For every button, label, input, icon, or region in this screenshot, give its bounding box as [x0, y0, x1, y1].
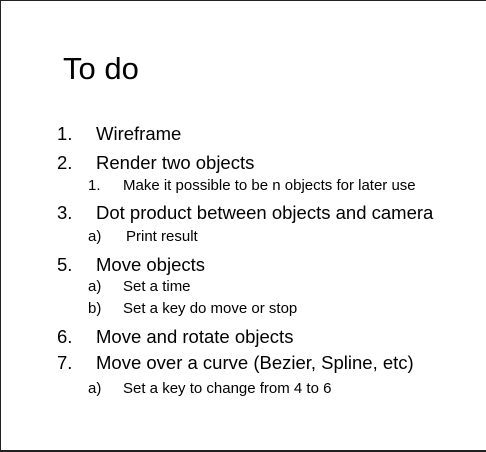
list-marker: a) — [88, 380, 102, 397]
list-text: Set a key to change from 4 to 6 — [123, 380, 332, 397]
list-marker: 1. — [57, 123, 73, 144]
list-marker: a) — [88, 228, 102, 245]
list-marker: 1. — [88, 177, 101, 194]
list-text: Move objects — [96, 254, 205, 275]
list-text: Render two objects — [96, 152, 255, 173]
list-marker: b) — [88, 300, 102, 317]
list-text: Move over a curve (Bezier, Spline, etc) — [96, 352, 414, 373]
list-text: Make it possible to be n objects for lat… — [123, 177, 416, 194]
list-text: Set a key do move or stop — [123, 300, 298, 317]
slide-title: To do — [63, 51, 139, 86]
list-marker: 5. — [57, 254, 73, 275]
list-marker: a) — [88, 278, 102, 295]
list-marker: 3. — [57, 202, 73, 223]
list-text: Dot product between objects and camera — [96, 202, 434, 223]
list-marker: 7. — [57, 352, 73, 373]
list-text: Set a time — [123, 278, 191, 295]
slide: To do 1. Wireframe 2. Render two objects 1… — [0, 0, 486, 452]
list-marker: 6. — [57, 326, 73, 347]
list-text: Move and rotate objects — [96, 326, 294, 347]
list-text: Print result — [126, 228, 198, 245]
list-marker: 2. — [57, 152, 73, 173]
list-text: Wireframe — [96, 123, 182, 144]
